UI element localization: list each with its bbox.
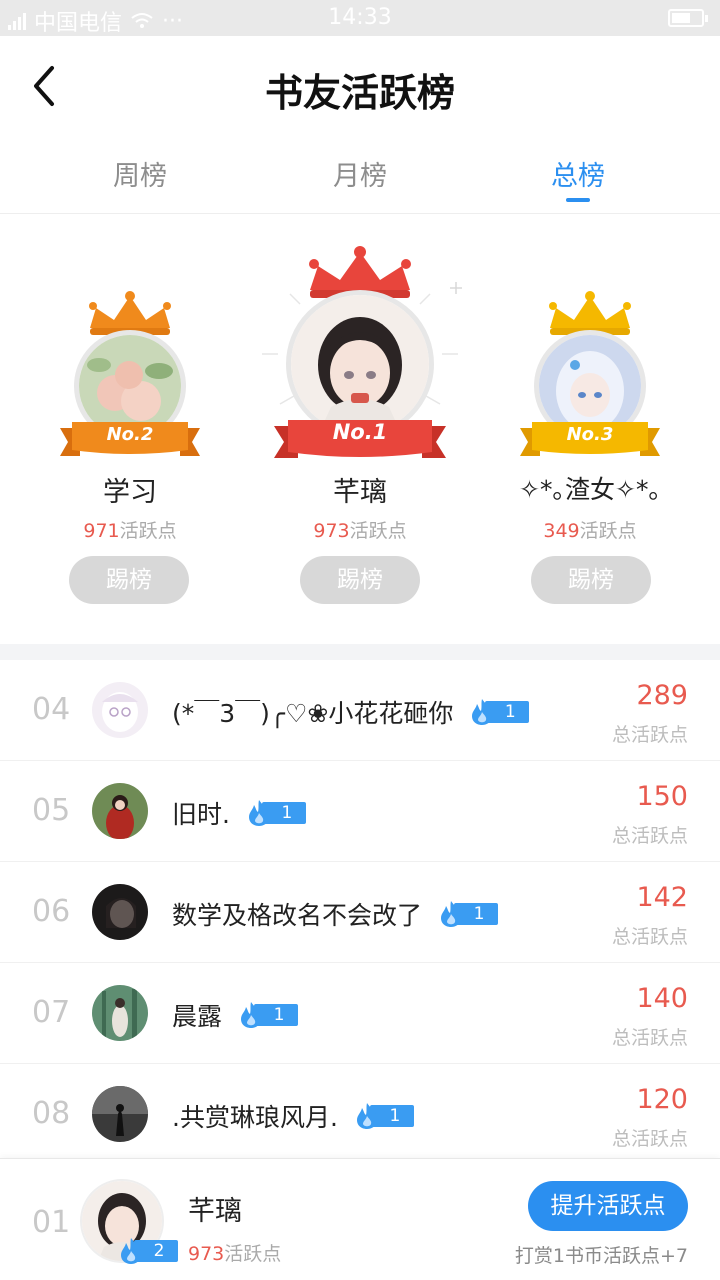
my-user-name: 芊璃 xyxy=(188,1196,242,1227)
score-label: 总活跃点 xyxy=(611,825,688,847)
user-name: 旧时. 1 xyxy=(172,795,306,831)
header: 书友活跃榜 xyxy=(0,36,720,136)
podium-third-points: 349活跃点 xyxy=(543,520,637,542)
boost-points-button[interactable]: 提升活跃点 xyxy=(528,1181,688,1231)
status-bar: 中国电信 ··· 14:33 xyxy=(0,0,720,36)
list-item[interactable]: 07 晨露 1 140 总活跃点 xyxy=(0,963,720,1064)
podium: No.1 芊璃 973活跃点 踢榜 No.2 学习 971活跃点 踢榜 No.3… xyxy=(0,214,720,644)
level-badge: 1 xyxy=(354,1103,414,1129)
level-badge: 2 xyxy=(118,1238,178,1264)
battery-icon xyxy=(668,9,708,27)
level-badge: 1 xyxy=(246,800,306,826)
score-label: 总活跃点 xyxy=(611,1027,688,1049)
section-divider xyxy=(0,644,720,660)
score-label: 总活跃点 xyxy=(611,1128,688,1150)
my-rank-bar: 01 2 芊璃 973活跃点 提升活跃点 打赏1书币活跃点+7 xyxy=(0,1158,720,1280)
podium-first-points: 973活跃点 xyxy=(313,520,407,542)
rank-number: 08 xyxy=(32,1096,71,1131)
tab-bar: 周榜 月榜 总榜 xyxy=(0,136,720,214)
page-title: 书友活跃榜 xyxy=(264,70,455,115)
score-value: 140 xyxy=(636,983,688,1014)
list-item[interactable]: 04 (*￣3￣)╭♡❀小花花砸你 1 289 总活跃点 xyxy=(0,660,720,761)
rank-number: 04 xyxy=(32,692,71,727)
flame-icon xyxy=(248,800,270,826)
user-name: (*￣3￣)╭♡❀小花花砸你 1 xyxy=(172,694,530,730)
avatar[interactable] xyxy=(92,1086,148,1142)
flame-icon xyxy=(472,699,493,725)
level-badge: 1 xyxy=(469,699,530,725)
podium-third-name: ✧*｡渣女✧*｡ xyxy=(519,475,661,504)
tab-monthly[interactable]: 月榜 xyxy=(240,154,480,193)
list-item[interactable]: 05 旧时. 1 150 总活跃点 xyxy=(0,761,720,862)
podium-second-points: 971活跃点 xyxy=(83,520,177,542)
score-label: 总活跃点 xyxy=(611,724,688,746)
avatar[interactable] xyxy=(92,884,148,940)
flame-icon xyxy=(356,1103,378,1129)
score-value: 120 xyxy=(636,1084,688,1115)
avatar[interactable] xyxy=(92,985,148,1041)
level-badge: 1 xyxy=(238,1002,299,1028)
flame-icon xyxy=(121,1238,142,1264)
tab-total[interactable]: 总榜 xyxy=(458,154,698,193)
kick-button-first[interactable]: 踢榜 xyxy=(300,556,420,604)
rank-number: 07 xyxy=(32,995,71,1030)
my-rank-number: 01 xyxy=(32,1205,71,1240)
rank-badge-first: No.1 xyxy=(332,420,388,444)
score-value: 150 xyxy=(636,781,688,812)
list-item[interactable]: 06 数学及格改名不会改了 1 142 总活跃点 xyxy=(0,862,720,963)
avatar[interactable] xyxy=(92,783,148,839)
avatar[interactable] xyxy=(92,682,148,738)
rank-number: 06 xyxy=(32,894,71,929)
my-points: 973活跃点 xyxy=(188,1243,282,1265)
score-value: 142 xyxy=(636,882,688,913)
user-name: 数学及格改名不会改了 1 xyxy=(172,896,499,932)
rank-number: 05 xyxy=(32,793,71,828)
tab-weekly[interactable]: 周榜 xyxy=(20,154,260,193)
podium-second-name: 学习 xyxy=(103,477,157,508)
ranking-list: 04 (*￣3￣)╭♡❀小花花砸你 1 289 总活跃点 05 旧时. 1 15… xyxy=(0,660,720,1165)
podium-third[interactable]: No.3 ✧*｡渣女✧*｡ 349活跃点 踢榜 xyxy=(470,214,710,644)
level-badge: 1 xyxy=(438,901,499,927)
kick-button-third[interactable]: 踢榜 xyxy=(531,556,651,604)
boost-hint: 打赏1书币活跃点+7 xyxy=(514,1245,688,1267)
rank-badge-second: No.2 xyxy=(106,424,154,445)
flame-icon xyxy=(441,901,462,927)
score-value: 289 xyxy=(636,680,688,711)
active-tab-indicator xyxy=(566,198,590,202)
podium-second[interactable]: No.2 学习 971活跃点 踢榜 xyxy=(10,214,250,644)
user-name: .共赏琳琅风月. 1 xyxy=(172,1098,414,1134)
user-name: 晨露 1 xyxy=(172,997,299,1033)
list-item[interactable]: 08 .共赏琳琅风月. 1 120 总活跃点 xyxy=(0,1064,720,1165)
rank-badge-third: No.3 xyxy=(566,424,614,445)
flame-icon xyxy=(241,1002,262,1028)
podium-first-name: 芊璃 xyxy=(333,477,387,508)
podium-first[interactable]: No.1 芊璃 973活跃点 踢榜 xyxy=(240,214,480,644)
kick-button-second[interactable]: 踢榜 xyxy=(69,556,189,604)
score-label: 总活跃点 xyxy=(611,926,688,948)
status-time: 14:33 xyxy=(328,5,392,30)
